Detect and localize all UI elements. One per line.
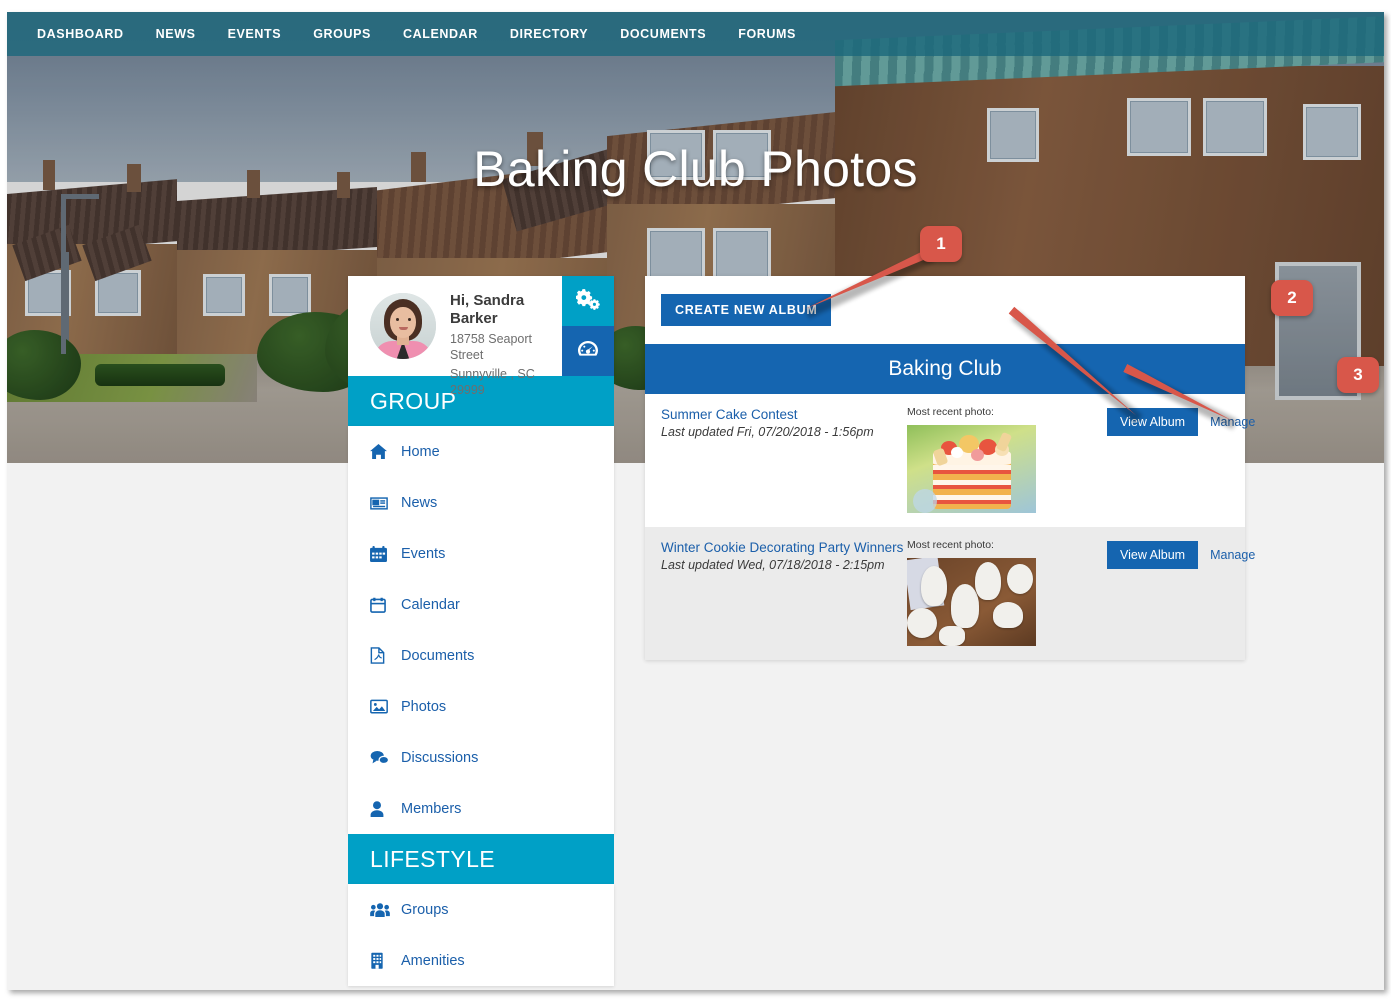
profile-text: Hi, Sandra Barker 18758 Seaport Street S…: [436, 276, 562, 397]
most-recent-photo-label: Most recent photo:: [907, 406, 994, 418]
sidebar-item-amenities[interactable]: Amenities: [348, 935, 614, 986]
album-title-link[interactable]: Winter Cookie Decorating Party Winners: [661, 539, 907, 556]
profile-card: Hi, Sandra Barker 18758 Seaport Street S…: [348, 276, 614, 397]
view-album-button[interactable]: View Album: [1107, 541, 1199, 569]
sidebar-item-events[interactable]: Events: [348, 528, 614, 579]
most-recent-photo-label: Most recent photo:: [907, 539, 994, 551]
callout-number: 3: [1353, 365, 1363, 384]
screenshot-frame: Baking Club Photos DASHBOARD NEWS EVENTS…: [0, 0, 1391, 1000]
sidebar-item-label: Discussions: [401, 749, 479, 766]
nav-forums[interactable]: FORUMS: [738, 27, 796, 41]
sidebar-item-members[interactable]: Members: [348, 783, 614, 834]
sidebar-item-label: Events: [401, 545, 446, 562]
dashboard-gauge-icon: [576, 338, 600, 365]
dashboard-button[interactable]: [562, 326, 614, 376]
photo-icon: [370, 699, 392, 714]
album-title-link[interactable]: Summer Cake Contest: [661, 406, 907, 423]
manage-link[interactable]: Manage: [1210, 548, 1255, 562]
user-icon: [370, 800, 392, 817]
album-row: Winter Cookie Decorating Party Winners L…: [645, 527, 1255, 660]
sidebar-item-news[interactable]: News: [348, 477, 614, 528]
callout-badge: 2: [1271, 280, 1313, 316]
calendar-grid-icon: [370, 545, 392, 562]
sidebar-item-label: Groups: [401, 901, 449, 918]
sidebar-item-label: Members: [401, 800, 462, 817]
avatar: [370, 293, 436, 359]
sidebar-item-label: Documents: [401, 647, 475, 664]
nav-calendar[interactable]: CALENDAR: [403, 27, 478, 41]
callout-number: 2: [1287, 288, 1297, 307]
sidebar-item-groups[interactable]: Groups: [348, 884, 614, 935]
sidebar-item-discussions[interactable]: Discussions: [348, 732, 614, 783]
sidebar-navigation: Home News Events Calendar Documents Phot…: [348, 426, 614, 834]
nav-dashboard[interactable]: DASHBOARD: [37, 27, 124, 41]
album-thumbnail[interactable]: [907, 425, 1036, 513]
building-icon: [370, 952, 392, 969]
sidebar-item-calendar[interactable]: Calendar: [348, 579, 614, 630]
calendar-icon: [370, 597, 392, 613]
callout-badge: 1: [920, 226, 962, 262]
nav-news[interactable]: NEWS: [156, 27, 196, 41]
sidebar-item-home[interactable]: Home: [348, 426, 614, 477]
left-column: Hi, Sandra Barker 18758 Seaport Street S…: [348, 276, 614, 986]
sidebar-item-documents[interactable]: Documents: [348, 630, 614, 681]
nav-documents[interactable]: DOCUMENTS: [620, 27, 706, 41]
album-row: Summer Cake Contest Last updated Fri, 07…: [645, 394, 1255, 527]
gears-icon: [575, 288, 600, 315]
nav-events[interactable]: EVENTS: [228, 27, 282, 41]
album-photo-block: Most recent photo:: [907, 406, 1107, 513]
settings-button[interactable]: [562, 276, 614, 326]
album-photo-block: Most recent photo:: [907, 539, 1107, 646]
sidebar-lifestyle-header: LIFESTYLE: [348, 834, 614, 884]
album-updated: Last updated Wed, 07/18/2018 - 2:15pm: [661, 558, 885, 572]
primary-navigation: DASHBOARD NEWS EVENTS GROUPS CALENDAR DI…: [7, 12, 1384, 56]
callout-badge: 3: [1337, 357, 1379, 393]
profile-address-line2: Sunnyville , SC 29999: [450, 367, 535, 397]
page-root: Baking Club Photos DASHBOARD NEWS EVENTS…: [7, 12, 1384, 990]
album-info: Summer Cake Contest Last updated Fri, 07…: [661, 406, 907, 513]
home-icon: [370, 444, 392, 459]
document-pdf-icon: [370, 647, 392, 664]
page-title: Baking Club Photos: [473, 141, 918, 197]
comments-icon: [370, 750, 392, 765]
create-album-bar: CREATE NEW ALBUM: [645, 276, 1245, 344]
album-thumbnail[interactable]: [907, 558, 1036, 646]
album-info: Winter Cookie Decorating Party Winners L…: [661, 539, 907, 646]
nav-directory[interactable]: DIRECTORY: [510, 27, 588, 41]
sidebar-item-label: Amenities: [401, 952, 465, 969]
profile-greeting: Hi, Sandra Barker: [450, 292, 525, 327]
view-album-button[interactable]: View Album: [1107, 408, 1199, 436]
sidebar-item-label: Photos: [401, 698, 447, 715]
profile-action-buttons: [562, 276, 614, 376]
album-actions: View Album Manage: [1107, 539, 1267, 646]
sidebar-item-photos[interactable]: Photos: [348, 681, 614, 732]
sidebar-item-label: Home: [401, 443, 440, 460]
sidebar-item-label: News: [401, 494, 438, 511]
photo-albums-panel: CREATE NEW ALBUM Baking Club Summer Cake…: [645, 276, 1255, 660]
sidebar-item-label: Calendar: [401, 596, 460, 613]
sidebar-lifestyle-navigation: Groups Amenities: [348, 884, 614, 986]
profile-address-line1: 18758 Seaport Street: [450, 332, 533, 362]
users-group-icon: [370, 902, 392, 917]
callout-number: 1: [936, 234, 946, 253]
album-actions: View Album Manage: [1107, 406, 1267, 513]
nav-groups[interactable]: GROUPS: [313, 27, 371, 41]
newspaper-icon: [370, 496, 392, 510]
album-updated: Last updated Fri, 07/20/2018 - 1:56pm: [661, 425, 874, 439]
